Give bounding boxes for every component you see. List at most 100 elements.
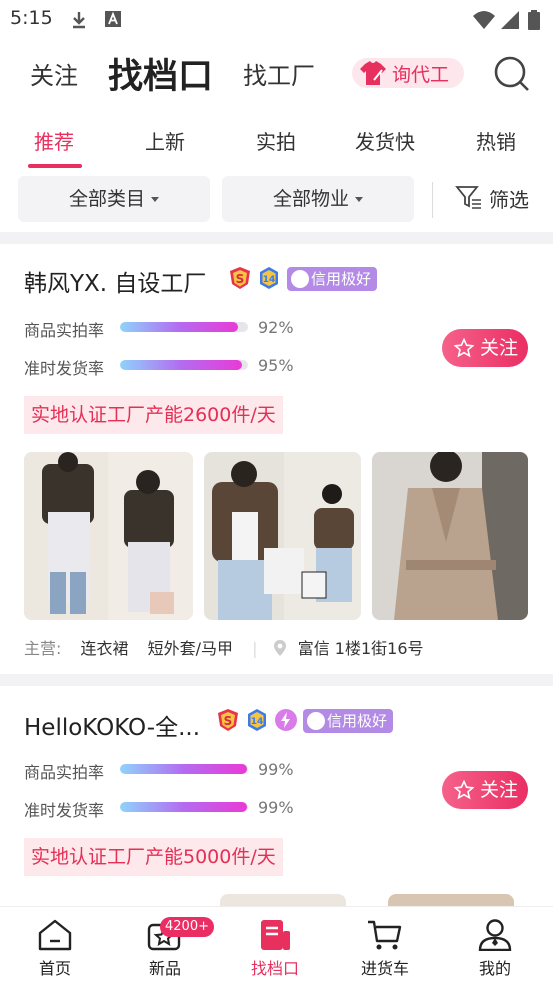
metric-bar	[120, 360, 248, 370]
tab-fast-shipping[interactable]: 发货快	[355, 126, 415, 155]
property-dropdown[interactable]: 全部物业	[222, 176, 414, 222]
svg-text:S: S	[236, 272, 245, 286]
new-count-badge: 4200+	[160, 917, 214, 937]
nav-profile[interactable]: 我的	[440, 907, 550, 985]
nav-profile-label: 我的	[478, 959, 511, 978]
shop-card[interactable]: HelloKOKO-全... S 14 信用极好 商品实拍率 99% 准时发货率…	[0, 686, 553, 906]
metric-label: 商品实拍率	[24, 321, 105, 340]
credit-label: 信用极好	[327, 712, 388, 730]
shop-card[interactable]: 韩风YX. 自设工厂 S 14 信用极好 商品实拍率 92% 准时发货率 95%…	[0, 244, 553, 674]
metric-bar-fill	[120, 764, 247, 774]
section-divider	[0, 232, 553, 244]
location-pin-icon	[273, 640, 286, 656]
credit-badge: 信用极好	[287, 267, 378, 291]
metric-bar	[120, 322, 248, 332]
filter-bar: 全部类目 全部物业 筛选	[0, 176, 553, 224]
filter-icon	[455, 186, 481, 209]
inquiry-button[interactable]: 询代工	[352, 58, 464, 88]
nav-home-label: 首页	[38, 959, 71, 978]
product-photo[interactable]	[372, 452, 528, 620]
search-icon[interactable]	[492, 54, 532, 94]
battery-icon	[528, 10, 540, 30]
top-nav: 关注 找档口 找工厂 询代工	[0, 44, 553, 100]
star-outline-icon	[454, 338, 474, 358]
download-icon	[73, 12, 85, 29]
tab-follow[interactable]: 关注	[30, 56, 78, 91]
app-notification-icon	[105, 11, 121, 27]
credit-badge: 信用极好	[303, 709, 394, 733]
shirt-icon	[360, 61, 386, 85]
metric-bar	[120, 802, 248, 812]
metric-bar-fill	[120, 360, 242, 370]
level-badge-icon: 14	[248, 709, 266, 731]
shop-name[interactable]: HelloKOKO-全...	[24, 708, 200, 742]
wifi-icon	[473, 11, 495, 29]
credit-icon	[291, 270, 309, 288]
level-badge-icon: 14	[260, 267, 278, 289]
svg-text:S: S	[224, 714, 233, 728]
metric-bar	[120, 764, 248, 774]
category-dropdown[interactable]: 全部类目	[18, 176, 210, 222]
svg-text:14: 14	[263, 275, 276, 285]
lightning-icon	[275, 709, 297, 731]
credit-icon	[307, 712, 325, 730]
product-photo-image	[24, 452, 193, 620]
product-photo[interactable]	[388, 894, 514, 906]
property-dropdown-label: 全部物业	[272, 188, 349, 210]
filter-divider	[432, 182, 433, 218]
product-photo-image	[204, 452, 361, 620]
filter-label: 筛选	[489, 188, 529, 212]
nav-cart[interactable]: 进货车	[330, 907, 440, 985]
metric-bar-fill	[120, 322, 238, 332]
svg-text:14: 14	[251, 717, 264, 727]
product-photo[interactable]	[220, 894, 346, 906]
metric-label: 准时发货率	[24, 359, 105, 378]
nav-find-stall-label: 找档口	[250, 959, 299, 978]
follow-label: 关注	[480, 337, 519, 359]
inquiry-label: 询代工	[392, 64, 450, 86]
stall-icon	[261, 920, 290, 950]
bottom-nav: 首页 4200+ 新品 找档口 进货车 我的	[0, 906, 553, 984]
nav-find-stall[interactable]: 找档口	[220, 907, 330, 985]
nav-new[interactable]: 4200+ 新品	[110, 907, 220, 985]
follow-button[interactable]: 关注	[442, 329, 528, 367]
tab-find-stall[interactable]: 找档口	[108, 48, 213, 99]
caret-down-icon	[151, 197, 159, 202]
shop-location: 富信 1楼1街16号	[297, 639, 424, 658]
nav-new-label: 新品	[148, 959, 181, 978]
nav-cart-label: 进货车	[360, 959, 409, 978]
status-bar: 5:15	[0, 0, 553, 40]
home-icon	[38, 919, 72, 951]
caret-down-icon	[355, 197, 363, 202]
shop-name[interactable]: 韩风YX. 自设工厂	[24, 264, 206, 298]
signal-icon	[501, 11, 519, 29]
product-photo[interactable]	[24, 452, 193, 620]
metric-value: 99%	[258, 760, 294, 779]
credit-label: 信用极好	[311, 270, 372, 288]
certification-tag: 实地认证工厂产能5000件/天	[24, 838, 283, 876]
certification-tag: 实地认证工厂产能2600件/天	[24, 396, 283, 434]
metric-value: 95%	[258, 356, 294, 375]
metric-label: 准时发货率	[24, 801, 105, 820]
metric-label: 商品实拍率	[24, 763, 105, 782]
separator: |	[252, 639, 258, 658]
tab-recommend[interactable]: 推荐	[34, 126, 74, 155]
follow-label: 关注	[480, 779, 519, 801]
nav-home[interactable]: 首页	[0, 907, 110, 985]
main-category: 短外套/马甲	[147, 639, 234, 658]
tab-new[interactable]: 上新	[145, 126, 185, 155]
tab-find-factory[interactable]: 找工厂	[243, 56, 315, 91]
s-shield-icon: S	[218, 709, 238, 731]
tab-hot-sale[interactable]: 热销	[476, 126, 516, 155]
status-time: 5:15	[10, 7, 53, 29]
active-tab-indicator	[28, 164, 82, 168]
user-icon	[478, 919, 512, 951]
filter-button[interactable]: 筛选	[455, 184, 529, 213]
section-divider	[0, 674, 553, 686]
product-photo[interactable]	[204, 452, 361, 620]
main-business: 主营: 连衣裙 短外套/马甲 | 富信 1楼1街16号	[24, 635, 438, 659]
follow-button[interactable]: 关注	[442, 771, 528, 809]
tab-real-shot[interactable]: 实拍	[256, 126, 296, 155]
s-shield-icon: S	[230, 267, 250, 289]
main-category: 连衣裙	[80, 639, 129, 658]
